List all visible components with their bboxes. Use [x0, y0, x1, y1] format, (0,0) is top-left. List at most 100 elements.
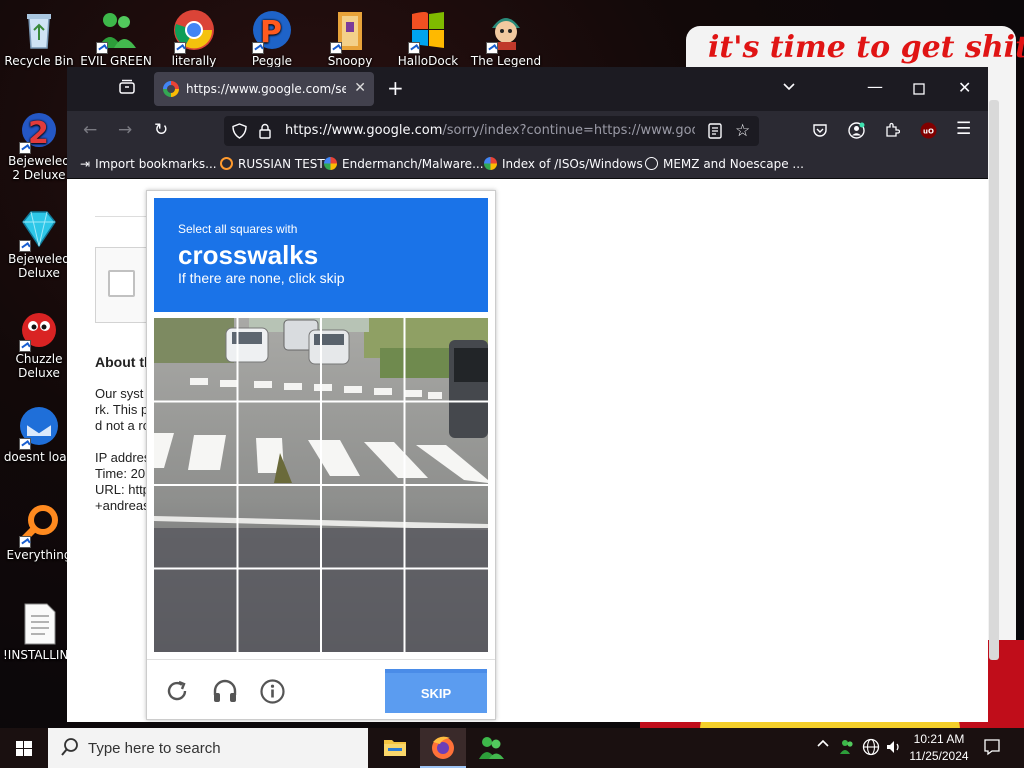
account-icon[interactable]: [848, 122, 865, 143]
bookmark-import[interactable]: ⇥ Import bookmarks...: [80, 157, 217, 171]
desktop-icon-doesnt-load[interactable]: doesnt load: [3, 404, 75, 464]
captcha-tile[interactable]: [154, 485, 237, 568]
captcha-tile[interactable]: [321, 402, 404, 485]
volume-icon[interactable]: [885, 738, 903, 760]
taskbar-clock[interactable]: 10:21 AM 11/25/2024: [906, 731, 972, 765]
tab-list-icon[interactable]: [119, 79, 135, 99]
captcha-tile[interactable]: [405, 402, 488, 485]
captcha-header: Select all squares with crosswalks If th…: [154, 198, 488, 312]
captcha-tile[interactable]: [238, 485, 321, 568]
bookmark-russian-test[interactable]: RUSSIAN TEST: [220, 157, 325, 171]
captcha-tile[interactable]: [321, 485, 404, 568]
wallpaper-text: it's time to get shit: [708, 30, 1024, 65]
lock-icon[interactable]: [258, 123, 272, 143]
page-text-line: d not a ro: [95, 418, 150, 433]
desktop-icon-hallodock[interactable]: HalloDock: [392, 8, 464, 68]
reload-icon[interactable]: ↻: [154, 120, 168, 140]
info-icon[interactable]: [260, 679, 285, 709]
diamond-icon: [17, 206, 61, 252]
clock-date: 11/25/2024: [909, 749, 969, 763]
pocket-icon[interactable]: [812, 122, 828, 142]
desktop-icon-label: The Legend: [470, 54, 542, 68]
notifications-icon[interactable]: [983, 738, 1001, 760]
messenger-icon: [94, 8, 138, 54]
captcha-tile[interactable]: [154, 402, 237, 485]
tray-overflow-icon[interactable]: [816, 737, 830, 755]
desktop-icon-chuzzle-deluxe[interactable]: Chuzzle Deluxe: [3, 306, 75, 380]
desktop-icon-bejeweled-2[interactable]: 2 Bejeweled 2 Deluxe: [3, 108, 75, 182]
captcha-tile[interactable]: [154, 318, 237, 401]
page-text-line: rk. This p: [95, 402, 149, 417]
url-bar[interactable]: https://www.google.com/sorry/index?conti…: [224, 116, 759, 146]
captcha-tile[interactable]: [405, 485, 488, 568]
desktop-icon-literally[interactable]: literally: [158, 8, 230, 68]
browser-tab[interactable]: https://www.google.com/search ✕: [154, 72, 374, 106]
reload-challenge-icon[interactable]: [165, 679, 189, 708]
captcha-target: crosswalks: [178, 240, 319, 270]
taskbar-firefox[interactable]: [420, 728, 466, 768]
bookmark-isos-windows[interactable]: Index of /ISOs/Windows: [484, 157, 643, 171]
page-text-line: +andreas: [95, 498, 150, 513]
peggle-icon: P: [250, 8, 294, 54]
maximize-icon[interactable]: [913, 80, 925, 99]
network-globe-icon[interactable]: [862, 738, 880, 760]
taskbar-file-explorer[interactable]: [372, 728, 418, 768]
captcha-tile[interactable]: [321, 318, 404, 401]
tray-messenger-icon[interactable]: [838, 738, 856, 760]
captcha-tile[interactable]: [238, 569, 321, 652]
captcha-tile[interactable]: [405, 318, 488, 401]
start-button[interactable]: [0, 728, 48, 768]
recycle-bin-icon: [17, 8, 61, 52]
page-heading: About th: [95, 354, 153, 370]
tab-close-icon[interactable]: ✕: [354, 80, 366, 96]
desktop-icon-evil-green[interactable]: EVIL GREEN: [80, 8, 152, 68]
captcha-tile[interactable]: [238, 402, 321, 485]
bookmark-endermanch[interactable]: Endermanch/Malware...: [324, 157, 484, 171]
back-icon[interactable]: ←: [83, 120, 97, 140]
desktop-icon-installing[interactable]: !INSTALLIN...: [3, 602, 80, 662]
svg-text:uO: uO: [923, 128, 934, 136]
desktop-icon-label: Recycle Bin: [4, 54, 74, 68]
captcha-tile[interactable]: [238, 318, 321, 401]
ublock-origin-icon[interactable]: uO: [920, 122, 937, 143]
captcha-image-grid: [154, 318, 488, 652]
desktop-icon-label: Bejeweled 2 Deluxe: [8, 154, 70, 182]
captcha-tile[interactable]: [405, 569, 488, 652]
svg-text:2: 2: [28, 116, 49, 151]
captcha-tile[interactable]: [154, 569, 237, 652]
bookmark-star-icon[interactable]: ☆: [735, 121, 750, 141]
desktop-icon-bejeweled-deluxe[interactable]: Bejeweled Deluxe: [3, 206, 75, 280]
forward-icon[interactable]: →: [118, 120, 132, 140]
chuzzle-icon: [17, 306, 61, 352]
desktop-icon-label: literally: [171, 54, 217, 68]
new-tab-icon[interactable]: +: [387, 76, 404, 100]
windows-start-icon: [16, 741, 32, 756]
desktop-icon-label: doesnt load: [3, 450, 75, 464]
captcha-tile[interactable]: [321, 569, 404, 652]
desktop-icon-everything[interactable]: Everything: [3, 502, 75, 562]
bejeweled-2-icon: 2: [17, 108, 61, 154]
chevron-down-icon[interactable]: [782, 79, 796, 98]
menu-hamburger-icon[interactable]: ☰: [956, 119, 971, 139]
skip-button[interactable]: SKIP: [385, 669, 487, 713]
text-file-icon: [17, 602, 61, 646]
shield-icon[interactable]: [232, 123, 247, 143]
desktop-icon-recycle-bin[interactable]: Recycle Bin: [3, 8, 75, 68]
bookmark-memz-noescape[interactable]: MEMZ and Noescape ...: [645, 157, 804, 171]
snoopy-icon: [328, 8, 372, 54]
messenger-icon: [479, 737, 504, 759]
thunderbird-icon: [17, 404, 61, 450]
taskbar-messenger[interactable]: [468, 728, 514, 768]
desktop-icon-the-legend[interactable]: The Legend: [470, 8, 542, 68]
url-text[interactable]: https://www.google.com/sorry/index?conti…: [285, 123, 695, 138]
recaptcha-checkbox[interactable]: [108, 270, 135, 297]
audio-challenge-icon[interactable]: [212, 679, 238, 708]
extensions-icon[interactable]: [884, 122, 901, 142]
minimize-icon[interactable]: —: [867, 77, 883, 96]
desktop-icon-snoopy[interactable]: Snoopy: [314, 8, 386, 68]
browser-titlebar: https://www.google.com/search ✕ + — ✕: [67, 67, 988, 111]
google-favicon-icon: [484, 157, 497, 170]
taskbar-search[interactable]: Type here to search: [48, 728, 368, 768]
reader-view-icon[interactable]: [708, 123, 722, 143]
close-window-icon[interactable]: ✕: [958, 78, 971, 97]
